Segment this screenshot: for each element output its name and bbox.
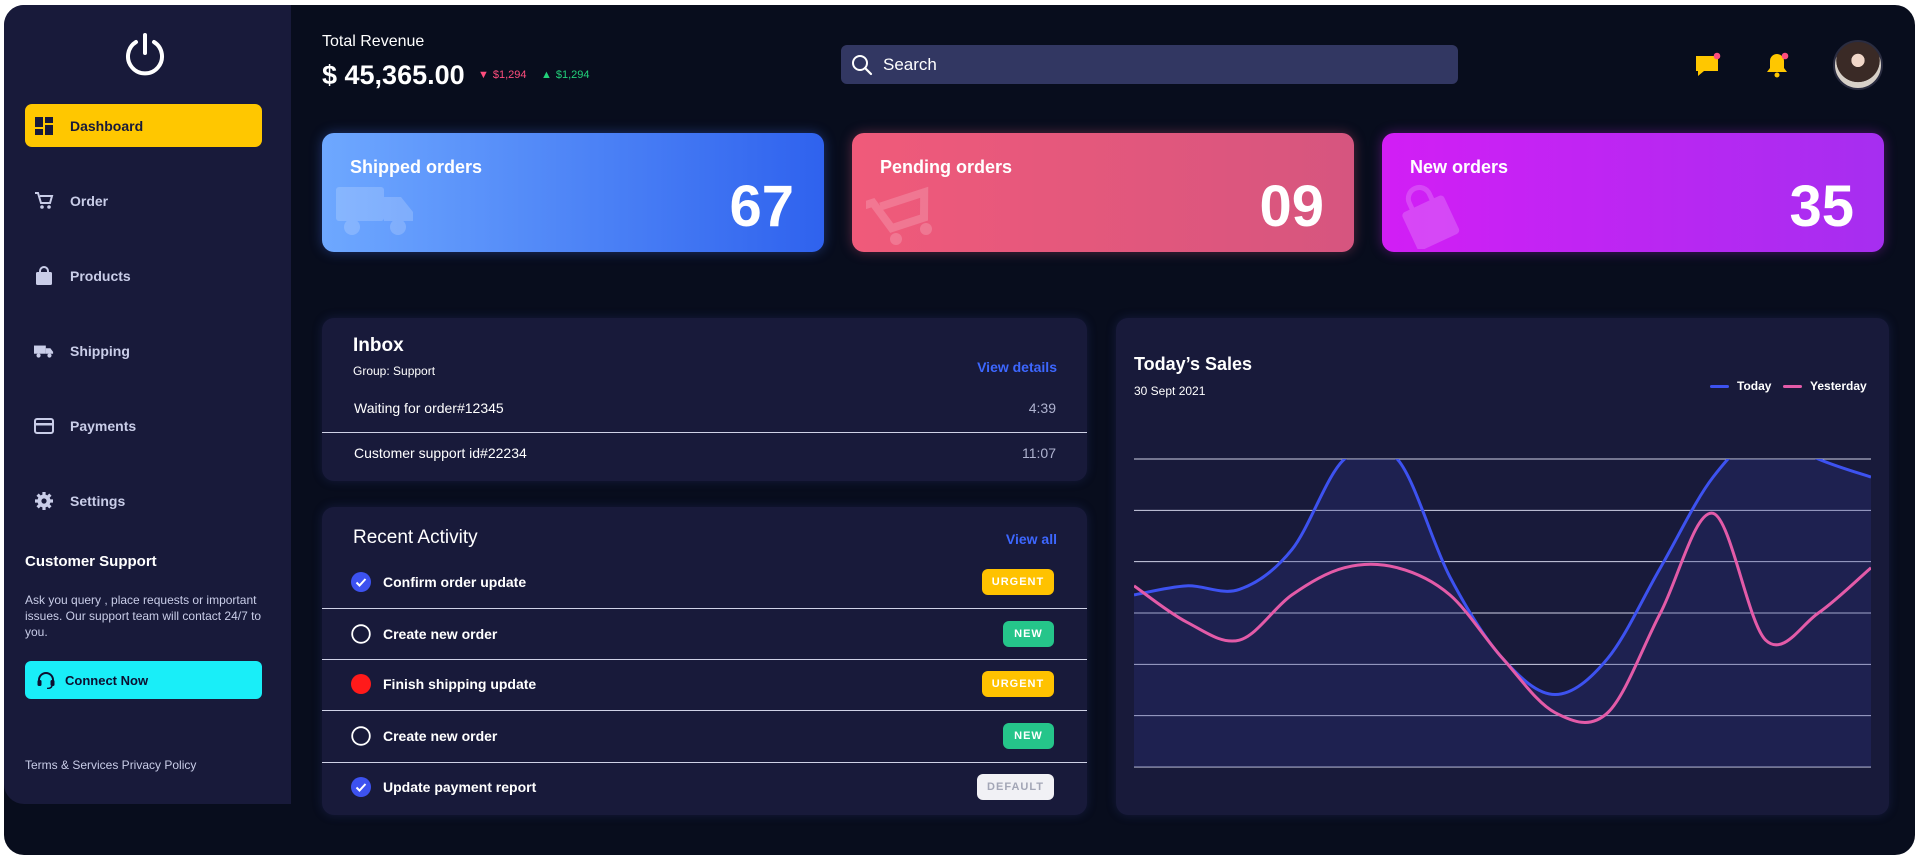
total-revenue-label: Total Revenue xyxy=(322,33,425,50)
revenue-delta-up: ▲ $1,294 xyxy=(541,69,590,81)
empty-circle-icon[interactable] xyxy=(351,624,371,644)
sidebar-item-label: Order xyxy=(70,192,109,209)
activity-row[interactable]: Create new order NEW xyxy=(322,711,1087,761)
inbox-group: Group: Support xyxy=(353,364,436,378)
sidebar-item-products[interactable]: Products xyxy=(25,254,262,297)
sidebar: Dashboard Order Products Shipping Paymen xyxy=(4,5,291,804)
dashboard-icon xyxy=(34,116,54,136)
inbox-row-text: Waiting for order#12345 xyxy=(354,400,504,416)
card-title: New orders xyxy=(1410,157,1509,177)
inbox-row[interactable]: Waiting for order#12345 4:39 xyxy=(322,386,1087,430)
empty-circle-icon[interactable] xyxy=(351,726,371,746)
arrow-up-icon: ▲ xyxy=(541,69,552,81)
view-all-link[interactable]: View all xyxy=(1006,531,1057,547)
activity-title: Recent Activity xyxy=(353,527,478,548)
inbox-row-time: 11:07 xyxy=(1022,445,1056,461)
series-area-today xyxy=(1134,459,1871,767)
shipped-orders-card[interactable]: Shipped orders 67 xyxy=(322,133,824,252)
new-badge: NEW xyxy=(1003,723,1054,749)
activity-row-text: Update payment report xyxy=(383,779,537,795)
activity-row[interactable]: Create new order NEW xyxy=(322,609,1087,659)
chart-series xyxy=(1134,459,1871,767)
card-title: Pending orders xyxy=(880,157,1013,177)
urgent-badge: URGENT xyxy=(982,569,1054,595)
card-value: 67 xyxy=(729,174,794,239)
check-circle-icon[interactable] xyxy=(351,572,371,592)
connect-now-button[interactable]: Connect Now xyxy=(25,661,262,699)
sidebar-item-label: Dashboard xyxy=(70,117,144,134)
card-title: Shipped orders xyxy=(350,157,483,177)
sales-date: 30 Sept 2021 xyxy=(1134,384,1206,398)
new-badge: NEW xyxy=(1003,621,1054,647)
bell-icon[interactable] xyxy=(1762,50,1792,80)
revenue-delta-down: ▼ $1,294 xyxy=(478,69,527,81)
connect-now-label: Connect Now xyxy=(65,672,149,688)
activity-row-text: Finish shipping update xyxy=(383,676,537,692)
legend-swatch-today xyxy=(1710,384,1729,388)
support-title: Customer Support xyxy=(25,553,157,570)
truck-icon xyxy=(34,341,54,361)
app-window: Dashboard Order Products Shipping Paymen xyxy=(4,5,1915,855)
inbox-title: Inbox xyxy=(353,335,404,356)
check-circle-icon[interactable] xyxy=(351,777,371,797)
support-text: Ask you query , place requests or import… xyxy=(25,593,262,639)
activity-row[interactable]: Update payment report DEFAULT xyxy=(322,762,1087,812)
red-dot-icon[interactable] xyxy=(351,674,371,694)
power-logo-icon[interactable] xyxy=(122,31,168,77)
headset-icon xyxy=(36,671,56,689)
legend-today: Today xyxy=(1710,379,1771,393)
sidebar-item-label: Settings xyxy=(70,492,126,509)
legend-swatch-yesterday xyxy=(1783,384,1802,388)
inbox-panel: Inbox Group: Support View details Waitin… xyxy=(322,318,1087,481)
card-value: 35 xyxy=(1789,174,1854,239)
card-icon xyxy=(34,416,54,436)
total-revenue-value: $ 45,365.00 xyxy=(322,60,465,90)
activity-row-text: Create new order xyxy=(383,728,498,744)
legend-label: Today xyxy=(1737,379,1772,393)
sidebar-item-settings[interactable]: Settings xyxy=(25,479,262,522)
arrow-down-icon: ▼ xyxy=(478,69,489,81)
activity-row-text: Create new order xyxy=(383,626,498,642)
cart-icon xyxy=(866,186,932,245)
activity-row[interactable]: Finish shipping update URGENT xyxy=(322,659,1087,709)
card-value: 09 xyxy=(1259,174,1324,239)
sidebar-item-label: Payments xyxy=(70,417,137,434)
sidebar-item-shipping[interactable]: Shipping xyxy=(25,329,262,372)
terms-links[interactable]: Terms & Services Privacy Policy xyxy=(25,758,196,772)
delta-down-value: $1,294 xyxy=(492,69,527,81)
search-icon xyxy=(851,54,873,76)
sidebar-item-payments[interactable]: Payments xyxy=(25,404,262,447)
legend-label: Yesterday xyxy=(1810,379,1867,393)
inbox-row-text: Customer support id#22234 xyxy=(354,445,527,461)
pending-orders-card[interactable]: Pending orders 09 xyxy=(852,133,1354,252)
sidebar-item-label: Shipping xyxy=(70,342,130,359)
urgent-badge: URGENT xyxy=(982,671,1054,697)
bag-icon xyxy=(34,265,54,286)
default-badge: DEFAULT xyxy=(977,774,1054,800)
bag-icon xyxy=(1402,185,1460,249)
sidebar-item-dashboard[interactable]: Dashboard xyxy=(25,104,262,147)
sales-title: Today’s Sales xyxy=(1134,354,1253,374)
legend-yesterday: Yesterday xyxy=(1783,379,1867,393)
search-input[interactable] xyxy=(881,53,1421,76)
inbox-row-time: 4:39 xyxy=(1028,400,1056,416)
user-avatar[interactable] xyxy=(1833,40,1883,90)
sales-chart xyxy=(1134,458,1871,768)
sidebar-item-order[interactable]: Order xyxy=(25,179,262,222)
view-details-link[interactable]: View details xyxy=(977,359,1057,375)
recent-activity-panel: Recent Activity View all Confirm order u… xyxy=(322,507,1087,815)
chat-icon[interactable] xyxy=(1693,50,1723,80)
activity-row[interactable]: Confirm order update URGENT xyxy=(322,557,1087,607)
truck-icon xyxy=(336,187,413,235)
gear-icon xyxy=(34,491,54,511)
search-bar[interactable] xyxy=(841,45,1458,84)
delta-up-value: $1,294 xyxy=(555,69,590,81)
activity-row-text: Confirm order update xyxy=(383,574,527,590)
new-orders-card[interactable]: New orders 35 xyxy=(1382,133,1884,252)
cart-icon xyxy=(34,191,54,211)
inbox-row[interactable]: Customer support id#22234 11:07 xyxy=(322,431,1087,475)
sidebar-item-label: Products xyxy=(70,267,131,284)
